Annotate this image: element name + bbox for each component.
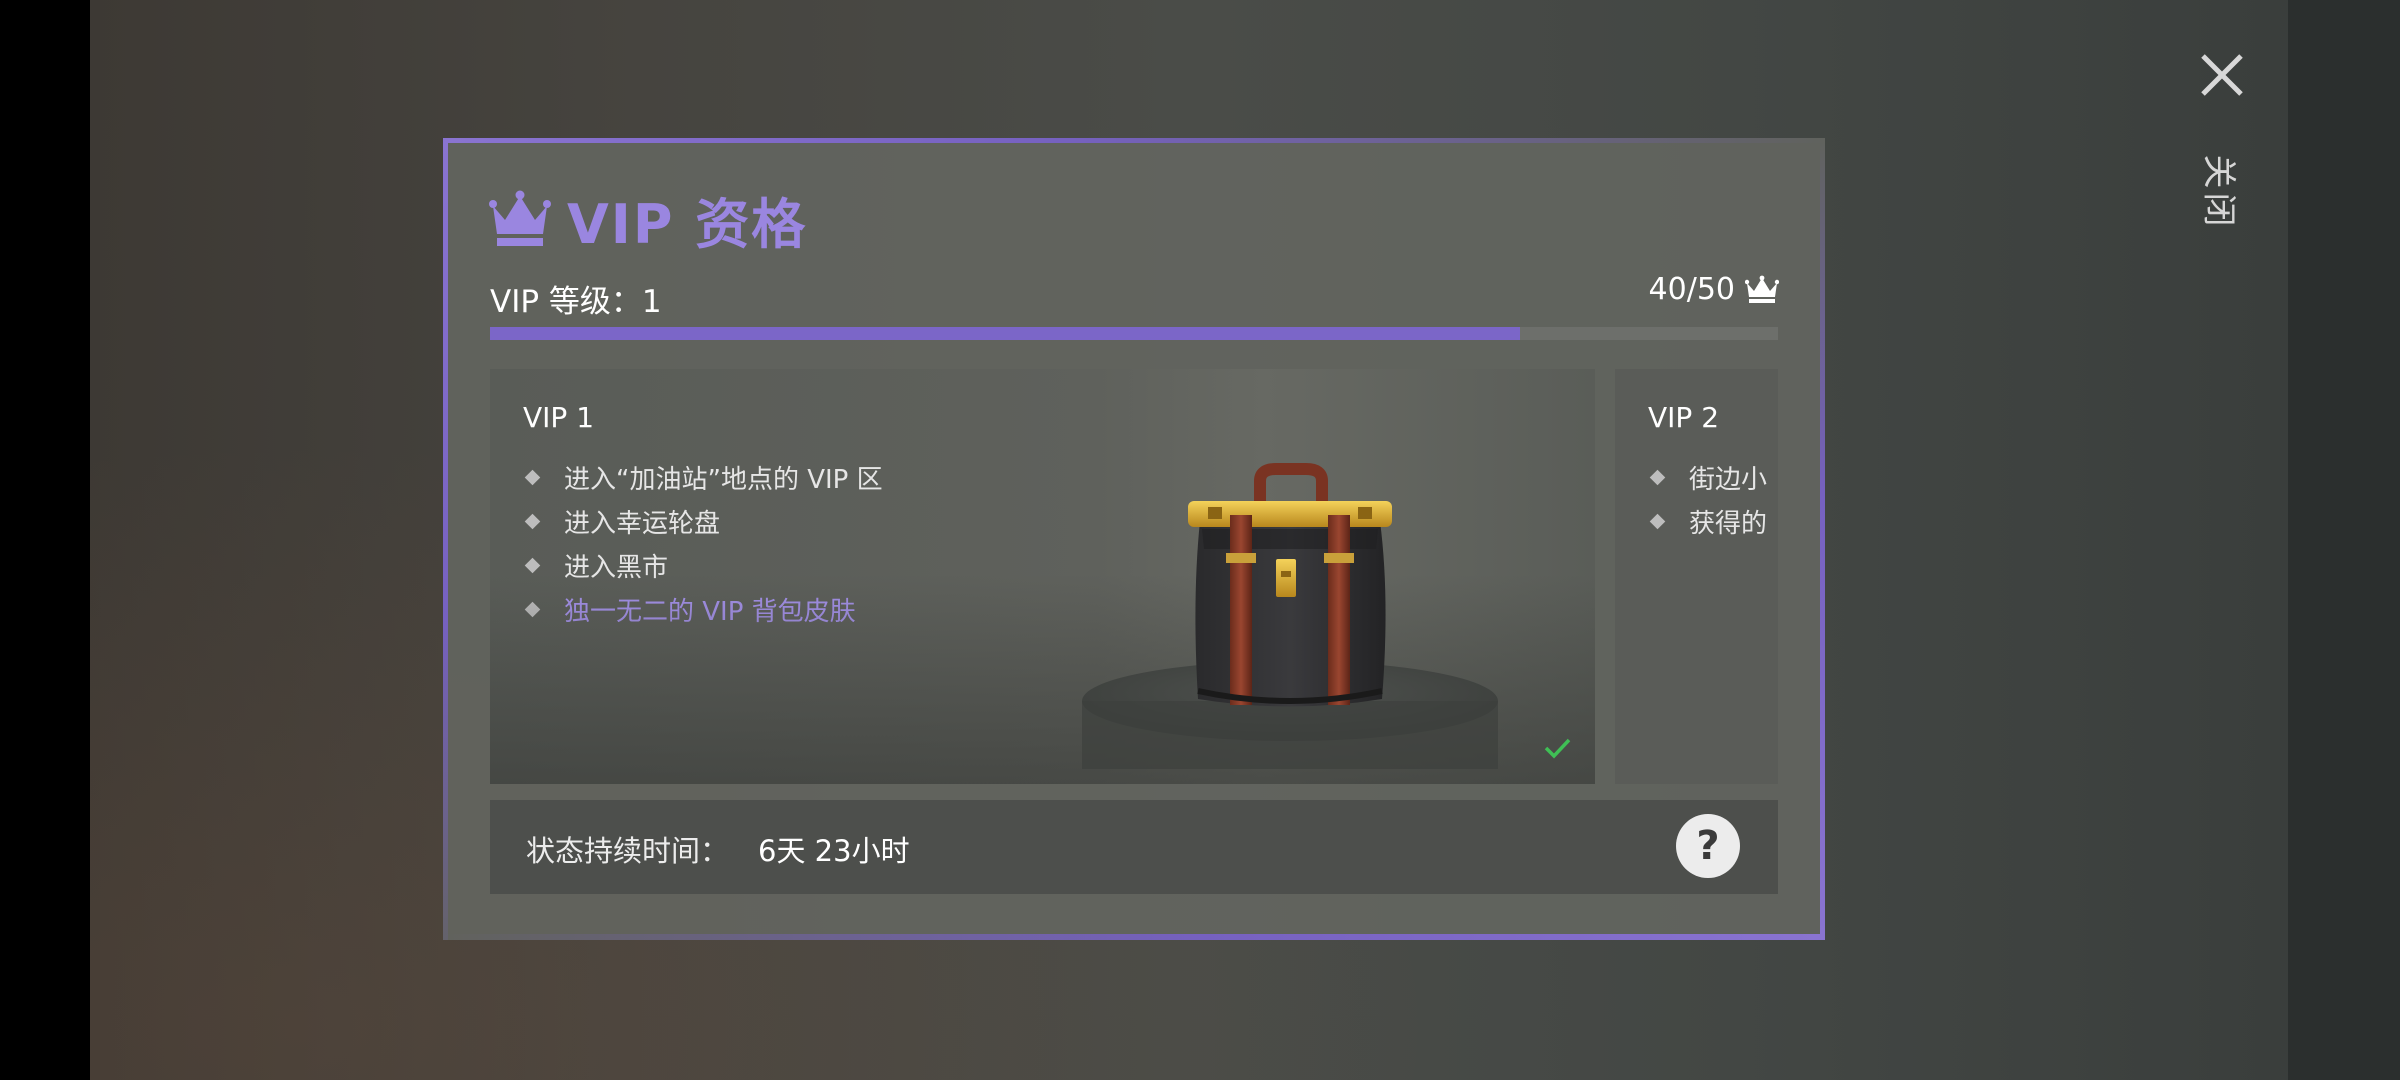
panel-frame-left xyxy=(443,138,448,940)
check-icon xyxy=(1544,738,1571,759)
perk-text: 街边小 xyxy=(1689,464,1768,495)
game-screen: 关闭 VIP 资格 VIP 等级：1 40/50 VIP 1 进入“加油站”地点… xyxy=(0,0,2400,1080)
perk-text: 进入“加油站”地点的 VIP 区 xyxy=(564,464,883,495)
bullet-diamond-icon xyxy=(1649,469,1666,485)
backpack-icon xyxy=(1082,463,1498,769)
vip-progress-text: 40/50 xyxy=(1648,272,1735,307)
tier-card-vip-1[interactable]: VIP 1 进入“加油站”地点的 VIP 区 进入幸运轮盘 进入黑市 独一无二的… xyxy=(490,369,1595,784)
vip-status-panel: VIP 资格 VIP 等级：1 40/50 VIP 1 进入“加油站”地点的 V… xyxy=(443,138,1825,940)
right-edge-background xyxy=(2288,0,2400,1080)
tier-card-vip-2[interactable]: VIP 2 街边小 获得的 xyxy=(1615,369,1778,784)
vip-progress-count: 40/50 xyxy=(1649,272,1779,307)
panel-frame-right xyxy=(1820,138,1825,940)
close-label: 关闭 xyxy=(2198,154,2239,231)
panel-title: VIP 资格 xyxy=(567,192,808,256)
status-duration-bar: 状态持续时间： 6天 23小时 ? xyxy=(490,800,1778,894)
perk-text: 进入黑市 xyxy=(564,552,669,583)
panel-frame-top xyxy=(443,138,1825,143)
perk-list: 进入“加油站”地点的 VIP 区 进入幸运轮盘 进入黑市 独一无二的 VIP 背… xyxy=(523,455,883,631)
crown-icon xyxy=(489,190,551,246)
close-button[interactable]: 关闭 xyxy=(2180,40,2264,231)
perk-item: 获得的 xyxy=(1648,499,1767,543)
vip-level-label: VIP 等级：1 xyxy=(490,284,662,320)
status-duration-label: 状态持续时间： xyxy=(526,834,730,868)
perk-text: 获得的 xyxy=(1689,508,1768,539)
bullet-diamond-icon xyxy=(1649,513,1666,529)
bullet-diamond-icon xyxy=(524,469,541,485)
help-icon: ? xyxy=(1696,823,1720,869)
perk-text: 独一无二的 VIP 背包皮肤 xyxy=(564,596,856,627)
perk-text: 进入幸运轮盘 xyxy=(564,508,721,539)
panel-frame-bottom xyxy=(443,934,1825,940)
vip-progress-bar xyxy=(490,327,1778,340)
tier-title: VIP 2 xyxy=(1648,401,1720,434)
perk-item: 进入黑市 xyxy=(523,543,883,587)
perk-item-highlight: 独一无二的 VIP 背包皮肤 xyxy=(523,587,883,631)
panel-header: VIP 资格 xyxy=(489,184,807,256)
bullet-diamond-icon xyxy=(524,557,541,573)
status-duration-value: 6天 23小时 xyxy=(758,834,910,868)
tier-title: VIP 1 xyxy=(523,401,595,434)
help-button[interactable]: ? xyxy=(1676,814,1740,878)
crown-small-icon xyxy=(1745,275,1779,303)
perk-item: 街边小 xyxy=(1648,455,1767,499)
perk-item: 进入“加油站”地点的 VIP 区 xyxy=(523,455,883,499)
perk-item: 进入幸运轮盘 xyxy=(523,499,883,543)
perk-list: 街边小 获得的 xyxy=(1648,455,1767,543)
bullet-diamond-icon xyxy=(524,601,541,617)
bullet-diamond-icon xyxy=(524,513,541,529)
vip-progress-fill xyxy=(490,327,1521,340)
close-icon xyxy=(2201,54,2243,96)
